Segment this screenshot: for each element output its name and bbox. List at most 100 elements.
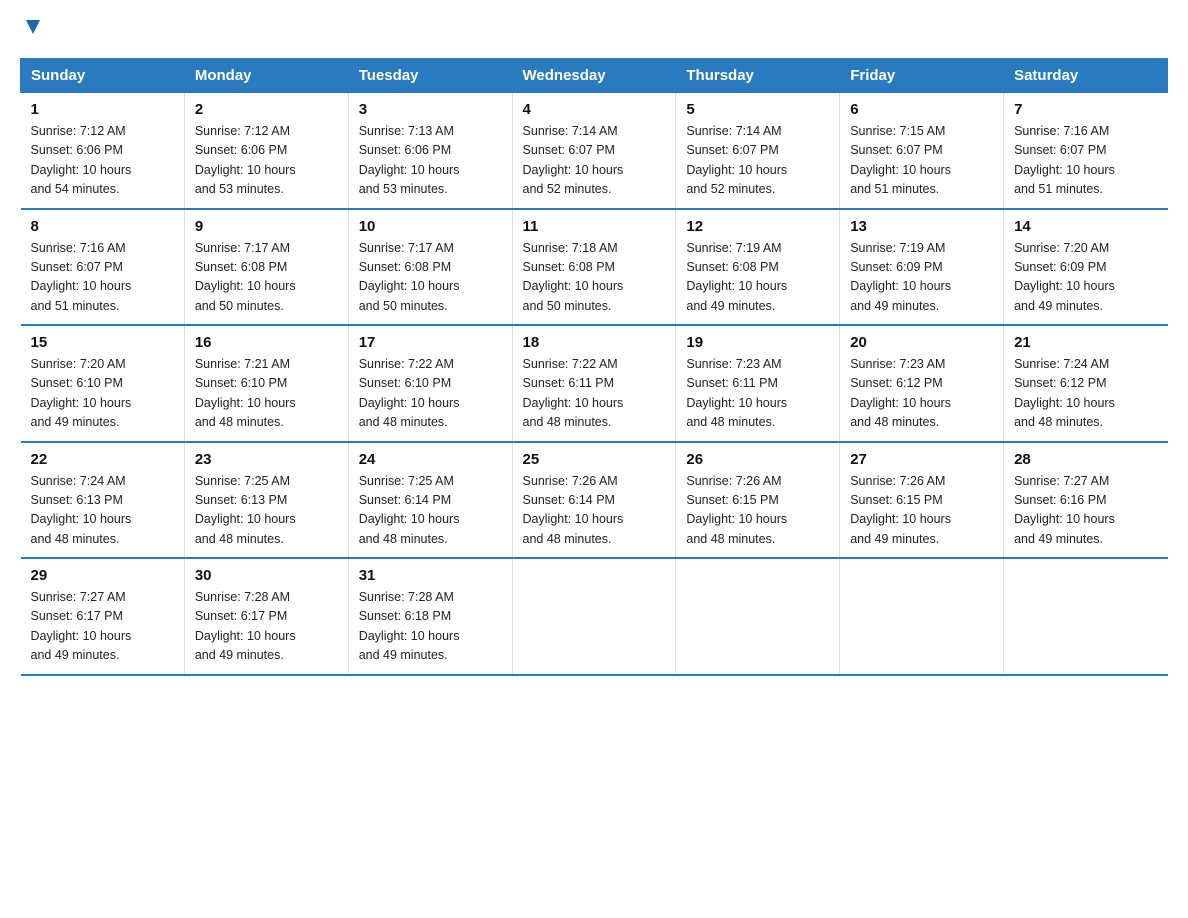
day-number: 24 [359,451,502,468]
day-number: 9 [195,218,338,235]
week-row-5: 29 Sunrise: 7:27 AM Sunset: 6:17 PM Dayl… [21,558,1168,675]
day-number: 4 [523,101,666,118]
day-number: 2 [195,101,338,118]
day-info: Sunrise: 7:26 AM Sunset: 6:15 PM Dayligh… [686,472,829,550]
day-cell: 1 Sunrise: 7:12 AM Sunset: 6:06 PM Dayli… [21,93,185,209]
day-number: 11 [523,218,666,235]
day-cell: 28 Sunrise: 7:27 AM Sunset: 6:16 PM Dayl… [1004,442,1168,559]
day-number: 21 [1014,334,1157,351]
day-info: Sunrise: 7:15 AM Sunset: 6:07 PM Dayligh… [850,122,993,200]
day-cell [840,558,1004,675]
calendar-table: SundayMondayTuesdayWednesdayThursdayFrid… [20,58,1168,676]
day-info: Sunrise: 7:28 AM Sunset: 6:18 PM Dayligh… [359,588,502,666]
day-number: 28 [1014,451,1157,468]
day-number: 26 [686,451,829,468]
day-number: 20 [850,334,993,351]
day-info: Sunrise: 7:17 AM Sunset: 6:08 PM Dayligh… [195,239,338,317]
page-header [20,20,1168,38]
day-cell: 21 Sunrise: 7:24 AM Sunset: 6:12 PM Dayl… [1004,325,1168,442]
header-cell-friday: Friday [840,59,1004,93]
day-number: 5 [686,101,829,118]
day-number: 29 [31,567,174,584]
day-info: Sunrise: 7:19 AM Sunset: 6:09 PM Dayligh… [850,239,993,317]
day-cell: 22 Sunrise: 7:24 AM Sunset: 6:13 PM Dayl… [21,442,185,559]
day-info: Sunrise: 7:28 AM Sunset: 6:17 PM Dayligh… [195,588,338,666]
day-info: Sunrise: 7:12 AM Sunset: 6:06 PM Dayligh… [195,122,338,200]
day-number: 14 [1014,218,1157,235]
day-number: 1 [31,101,174,118]
day-info: Sunrise: 7:17 AM Sunset: 6:08 PM Dayligh… [359,239,502,317]
day-number: 7 [1014,101,1157,118]
header-cell-saturday: Saturday [1004,59,1168,93]
day-cell: 14 Sunrise: 7:20 AM Sunset: 6:09 PM Dayl… [1004,209,1168,326]
day-cell: 24 Sunrise: 7:25 AM Sunset: 6:14 PM Dayl… [348,442,512,559]
day-cell: 5 Sunrise: 7:14 AM Sunset: 6:07 PM Dayli… [676,93,840,209]
day-number: 16 [195,334,338,351]
day-cell: 27 Sunrise: 7:26 AM Sunset: 6:15 PM Dayl… [840,442,1004,559]
header-row: SundayMondayTuesdayWednesdayThursdayFrid… [21,59,1168,93]
day-number: 27 [850,451,993,468]
day-cell: 8 Sunrise: 7:16 AM Sunset: 6:07 PM Dayli… [21,209,185,326]
day-cell: 17 Sunrise: 7:22 AM Sunset: 6:10 PM Dayl… [348,325,512,442]
day-number: 12 [686,218,829,235]
day-cell: 15 Sunrise: 7:20 AM Sunset: 6:10 PM Dayl… [21,325,185,442]
day-number: 30 [195,567,338,584]
day-cell: 30 Sunrise: 7:28 AM Sunset: 6:17 PM Dayl… [184,558,348,675]
calendar-body: 1 Sunrise: 7:12 AM Sunset: 6:06 PM Dayli… [21,93,1168,675]
day-info: Sunrise: 7:18 AM Sunset: 6:08 PM Dayligh… [523,239,666,317]
day-info: Sunrise: 7:27 AM Sunset: 6:17 PM Dayligh… [31,588,174,666]
day-cell: 3 Sunrise: 7:13 AM Sunset: 6:06 PM Dayli… [348,93,512,209]
day-info: Sunrise: 7:23 AM Sunset: 6:11 PM Dayligh… [686,355,829,433]
day-info: Sunrise: 7:24 AM Sunset: 6:13 PM Dayligh… [31,472,174,550]
day-cell: 6 Sunrise: 7:15 AM Sunset: 6:07 PM Dayli… [840,93,1004,209]
day-info: Sunrise: 7:23 AM Sunset: 6:12 PM Dayligh… [850,355,993,433]
day-info: Sunrise: 7:16 AM Sunset: 6:07 PM Dayligh… [31,239,174,317]
day-cell: 31 Sunrise: 7:28 AM Sunset: 6:18 PM Dayl… [348,558,512,675]
day-cell: 7 Sunrise: 7:16 AM Sunset: 6:07 PM Dayli… [1004,93,1168,209]
logo [20,20,44,38]
day-cell: 9 Sunrise: 7:17 AM Sunset: 6:08 PM Dayli… [184,209,348,326]
day-number: 31 [359,567,502,584]
day-info: Sunrise: 7:25 AM Sunset: 6:14 PM Dayligh… [359,472,502,550]
day-info: Sunrise: 7:16 AM Sunset: 6:07 PM Dayligh… [1014,122,1157,200]
header-cell-monday: Monday [184,59,348,93]
day-info: Sunrise: 7:19 AM Sunset: 6:08 PM Dayligh… [686,239,829,317]
calendar-header: SundayMondayTuesdayWednesdayThursdayFrid… [21,59,1168,93]
day-cell [512,558,676,675]
day-number: 18 [523,334,666,351]
week-row-1: 1 Sunrise: 7:12 AM Sunset: 6:06 PM Dayli… [21,93,1168,209]
header-cell-tuesday: Tuesday [348,59,512,93]
day-info: Sunrise: 7:21 AM Sunset: 6:10 PM Dayligh… [195,355,338,433]
day-cell: 4 Sunrise: 7:14 AM Sunset: 6:07 PM Dayli… [512,93,676,209]
day-cell: 12 Sunrise: 7:19 AM Sunset: 6:08 PM Dayl… [676,209,840,326]
day-info: Sunrise: 7:14 AM Sunset: 6:07 PM Dayligh… [523,122,666,200]
day-cell: 11 Sunrise: 7:18 AM Sunset: 6:08 PM Dayl… [512,209,676,326]
day-number: 8 [31,218,174,235]
day-number: 22 [31,451,174,468]
day-info: Sunrise: 7:20 AM Sunset: 6:09 PM Dayligh… [1014,239,1157,317]
logo-arrow-icon [22,16,44,38]
day-number: 19 [686,334,829,351]
week-row-3: 15 Sunrise: 7:20 AM Sunset: 6:10 PM Dayl… [21,325,1168,442]
day-cell [1004,558,1168,675]
day-cell: 25 Sunrise: 7:26 AM Sunset: 6:14 PM Dayl… [512,442,676,559]
day-cell: 2 Sunrise: 7:12 AM Sunset: 6:06 PM Dayli… [184,93,348,209]
header-cell-thursday: Thursday [676,59,840,93]
day-info: Sunrise: 7:27 AM Sunset: 6:16 PM Dayligh… [1014,472,1157,550]
day-number: 17 [359,334,502,351]
day-number: 15 [31,334,174,351]
day-info: Sunrise: 7:26 AM Sunset: 6:15 PM Dayligh… [850,472,993,550]
day-info: Sunrise: 7:25 AM Sunset: 6:13 PM Dayligh… [195,472,338,550]
day-info: Sunrise: 7:14 AM Sunset: 6:07 PM Dayligh… [686,122,829,200]
day-info: Sunrise: 7:20 AM Sunset: 6:10 PM Dayligh… [31,355,174,433]
day-number: 3 [359,101,502,118]
header-cell-wednesday: Wednesday [512,59,676,93]
day-cell: 26 Sunrise: 7:26 AM Sunset: 6:15 PM Dayl… [676,442,840,559]
header-cell-sunday: Sunday [21,59,185,93]
day-info: Sunrise: 7:13 AM Sunset: 6:06 PM Dayligh… [359,122,502,200]
day-number: 25 [523,451,666,468]
day-cell: 19 Sunrise: 7:23 AM Sunset: 6:11 PM Dayl… [676,325,840,442]
day-cell: 10 Sunrise: 7:17 AM Sunset: 6:08 PM Dayl… [348,209,512,326]
day-info: Sunrise: 7:26 AM Sunset: 6:14 PM Dayligh… [523,472,666,550]
day-info: Sunrise: 7:12 AM Sunset: 6:06 PM Dayligh… [31,122,174,200]
